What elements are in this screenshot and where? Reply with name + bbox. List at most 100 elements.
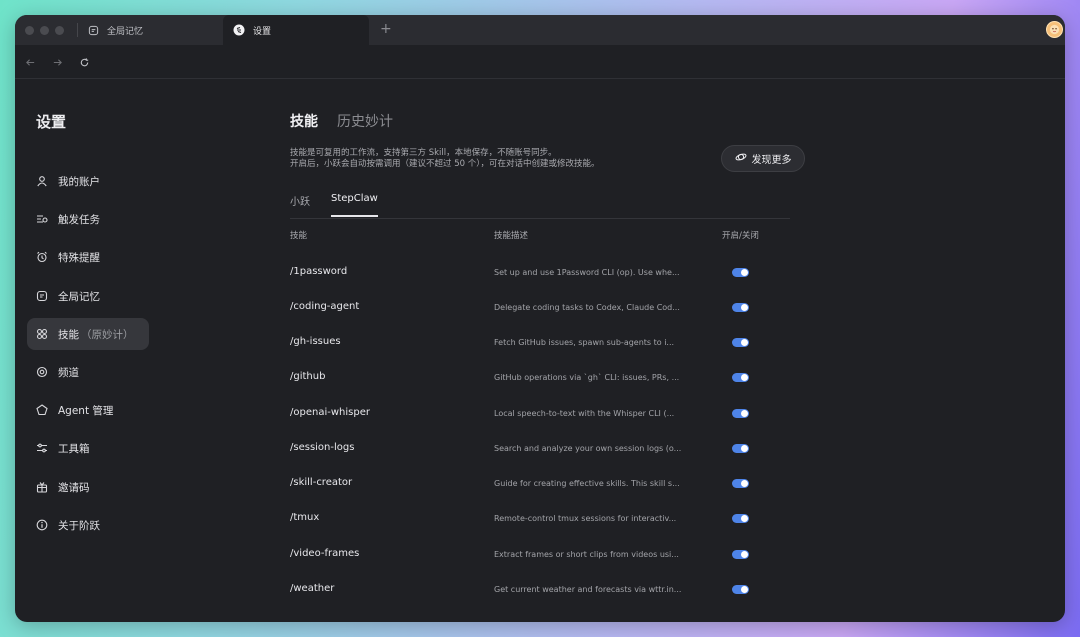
table-row: /weather Get current weather and forecas… [290, 572, 790, 607]
tab-skills[interactable]: 技能 [290, 111, 318, 131]
agent-icon [35, 403, 49, 417]
alarm-icon [35, 250, 49, 264]
tab-label: 全局记忆 [107, 26, 144, 37]
skill-description: Search and analyze your own session logs… [494, 444, 682, 453]
memory-icon [35, 289, 49, 303]
skill-toggle[interactable] [732, 479, 749, 488]
skill-toggle[interactable] [732, 585, 749, 594]
sidebar-item-label: 特殊提醒 [58, 251, 100, 264]
sidebar-title: 设置 [36, 113, 67, 131]
skill-toggle[interactable] [732, 444, 749, 453]
skill-toggle[interactable] [732, 303, 749, 312]
nav-bar [15, 45, 1065, 79]
skill-toggle[interactable] [732, 338, 749, 347]
skill-toggle[interactable] [732, 514, 749, 523]
column-header-skill: 技能 [290, 231, 308, 241]
sidebar-item-about[interactable]: 关于阶跃 [27, 509, 149, 541]
skill-description: Guide for creating effective skills. Thi… [494, 479, 680, 488]
sidebar-item-label: 工具箱 [58, 442, 90, 455]
minimize-window-button[interactable] [40, 26, 49, 35]
tab-bar: 全局记忆 设置 + [15, 15, 1065, 45]
skill-description: Local speech-to-text with the Whisper CL… [494, 409, 675, 418]
skill-description: Remote-control tmux sessions for interac… [494, 514, 677, 523]
skill-description: Set up and use 1Password CLI (op). Use w… [494, 268, 680, 277]
skill-toggle[interactable] [732, 409, 749, 418]
sidebar-item-memory[interactable]: 全局记忆 [27, 280, 149, 312]
back-icon[interactable] [23, 55, 37, 69]
sidebar-item-channels[interactable]: 频道 [27, 356, 149, 388]
skill-name: /tmux [290, 512, 320, 523]
skill-toggle[interactable] [732, 373, 749, 382]
column-header-description: 技能描述 [494, 231, 529, 241]
skill-name: /1password [290, 266, 348, 277]
tab-global-memory[interactable]: 全局记忆 [77, 15, 223, 45]
skill-description: Fetch GitHub issues, spawn sub-agents to… [494, 338, 675, 347]
table-row: /skill-creator Guide for creating effect… [290, 466, 790, 501]
grid-icon [35, 327, 49, 341]
table-row: /video-frames Extract frames or short cl… [290, 537, 790, 572]
maximize-window-button[interactable] [55, 26, 64, 35]
column-header-toggle: 开启/关闭 [722, 231, 759, 241]
subtab-stepclaw[interactable]: StepClaw [331, 193, 378, 204]
skill-description: Extract frames or short clips from video… [494, 550, 679, 559]
active-subtab-indicator [331, 215, 378, 217]
close-window-button[interactable] [25, 26, 34, 35]
sidebar-item-sublabel: （原妙计） [81, 328, 134, 341]
skill-name: /weather [290, 583, 335, 594]
sidebar-item-skills[interactable]: 技能 （原妙计） [27, 318, 149, 350]
skill-description: GitHub operations via `gh` CLI: issues, … [494, 373, 680, 382]
table-row: /coding-agent Delegate coding tasks to C… [290, 290, 790, 325]
skill-name: /coding-agent [290, 301, 360, 312]
new-tab-button[interactable]: + [380, 21, 392, 37]
sidebar-item-label: 全局记忆 [58, 290, 100, 303]
subtab-xiaoyue[interactable]: 小跃 [290, 193, 310, 208]
channel-icon [35, 365, 49, 379]
avatar[interactable] [1046, 21, 1063, 38]
skill-description: Get current weather and forecasts via wt… [494, 585, 682, 594]
refresh-icon[interactable] [77, 55, 91, 69]
app-window: 全局记忆 设置 + 设置 我的账户 触发任务 特殊提醒 全局记忆 技能 （原妙计… [15, 15, 1065, 622]
gift-icon [35, 480, 49, 494]
sidebar-item-label: 频道 [58, 366, 79, 379]
tab-settings[interactable]: 设置 [223, 15, 369, 45]
discover-icon [735, 151, 747, 166]
skill-name: /gh-issues [290, 336, 341, 347]
skill-description: Delegate coding tasks to Codex, Claude C… [494, 303, 680, 312]
sidebar-item-triggers[interactable]: 触发任务 [27, 203, 149, 235]
discover-more-label: 发现更多 [751, 155, 792, 166]
tab-history[interactable]: 历史妙计 [337, 111, 393, 131]
skill-toggle[interactable] [732, 268, 749, 277]
sidebar-item-label: 邀请码 [58, 481, 90, 494]
table-row: /github GitHub operations via `gh` CLI: … [290, 360, 790, 395]
table-row: /tmux Remote-control tmux sessions for i… [290, 501, 790, 536]
table-row: /gh-issues Fetch GitHub issues, spawn su… [290, 325, 790, 360]
discover-more-button[interactable]: 发现更多 [721, 145, 805, 172]
forward-icon[interactable] [50, 55, 64, 69]
sidebar-item-label: 技能 [58, 328, 79, 341]
window-controls [25, 26, 64, 35]
app-logo-icon [233, 24, 245, 36]
user-icon [35, 174, 49, 188]
sidebar-item-toolbox[interactable]: 工具箱 [27, 432, 149, 464]
sidebar-item-reminders[interactable]: 特殊提醒 [27, 241, 149, 273]
trigger-icon [35, 212, 49, 226]
sidebar-item-label: 关于阶跃 [58, 519, 100, 532]
skill-name: /github [290, 371, 326, 382]
sidebar-item-label: Agent 管理 [58, 404, 114, 417]
sliders-icon [35, 441, 49, 455]
skill-name: /skill-creator [290, 477, 353, 488]
table-row: /session-logs Search and analyze your ow… [290, 431, 790, 466]
skill-toggle[interactable] [732, 550, 749, 559]
sidebar-item-agent[interactable]: Agent 管理 [27, 394, 149, 426]
skill-name: /video-frames [290, 548, 360, 559]
table-row: /openai-whisper Local speech-to-text wit… [290, 396, 790, 431]
table-row: /1password Set up and use 1Password CLI … [290, 255, 790, 290]
sidebar-item-label: 我的账户 [58, 175, 100, 188]
skill-name: /openai-whisper [290, 407, 370, 418]
skill-name: /session-logs [290, 442, 355, 453]
skills-description-line2: 开启后，小跃会自动按需调用（建议不超过 50 个），可在对话中创建或修改技能。 [290, 159, 600, 169]
sidebar-item-invite[interactable]: 邀请码 [27, 471, 149, 503]
sidebar-item-label: 触发任务 [58, 213, 100, 226]
sidebar-item-account[interactable]: 我的账户 [27, 165, 149, 197]
memory-icon [87, 24, 99, 36]
